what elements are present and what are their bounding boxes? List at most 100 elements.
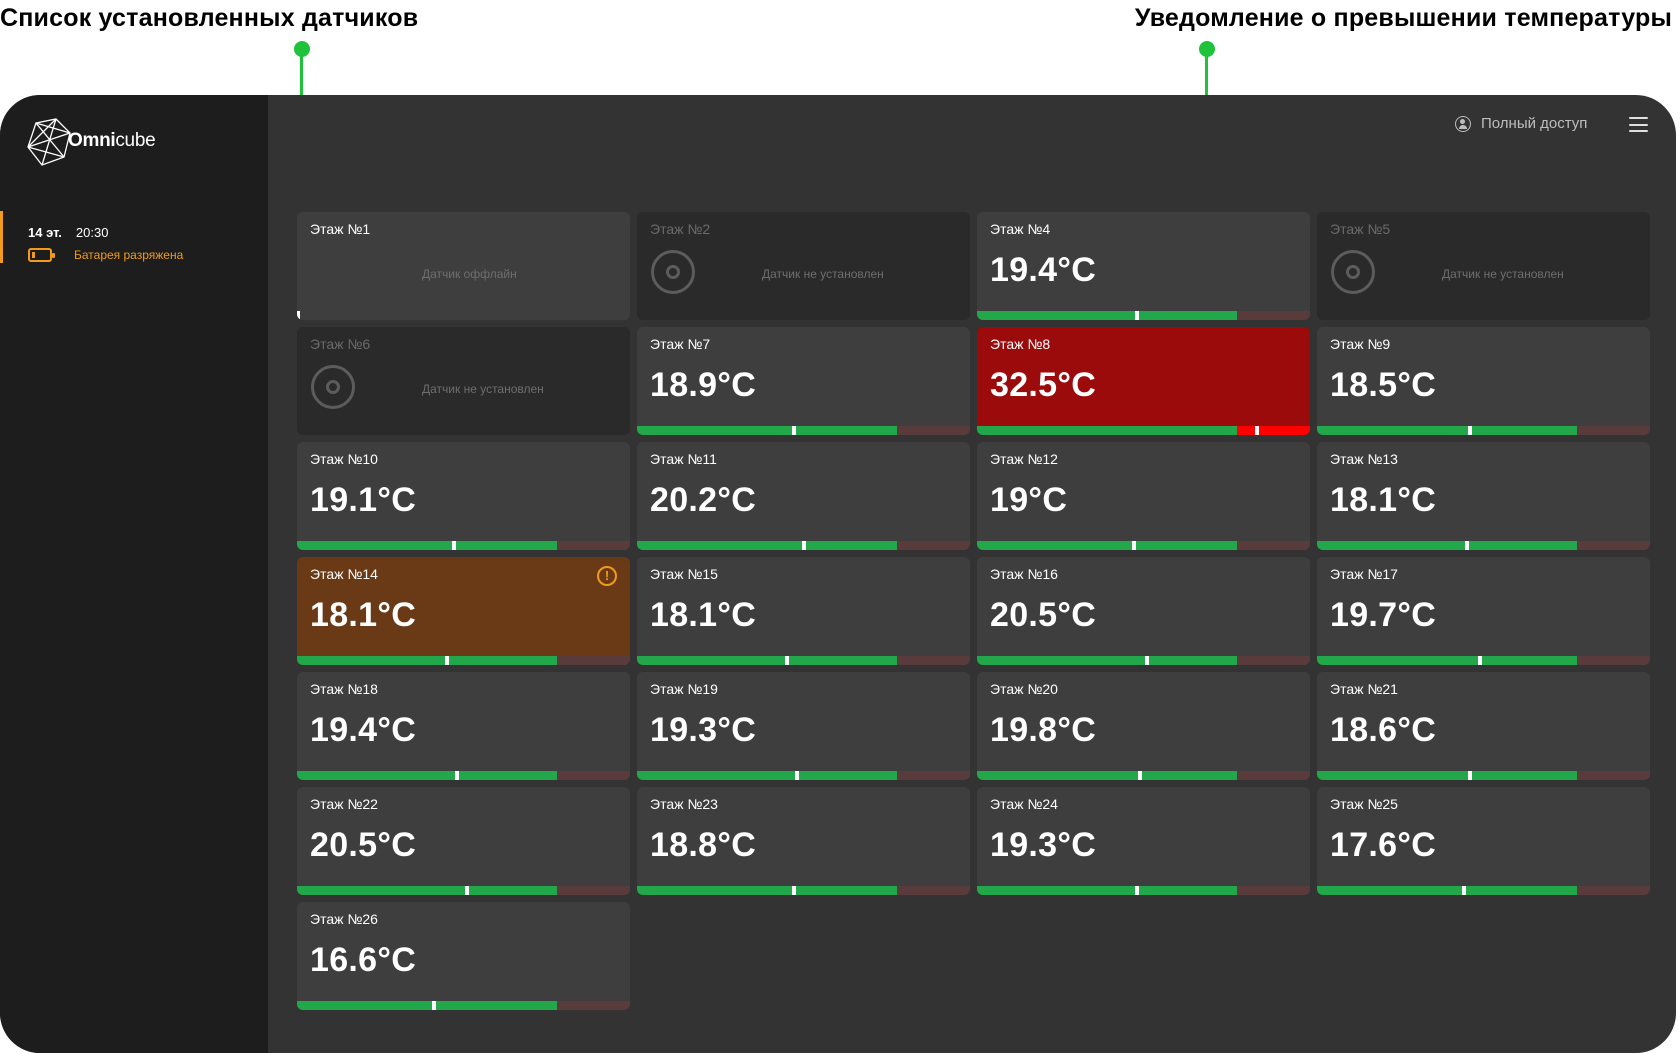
sensor-card-temperature: 19.7°C <box>1330 596 1437 634</box>
sensor-card[interactable]: Этаж №11 20.2°C <box>637 442 970 550</box>
sensor-not-installed-icon <box>651 250 695 294</box>
sensor-card-temperature: 19.4°C <box>310 711 417 749</box>
temperature-level-bar <box>297 886 630 895</box>
temperature-level-bar <box>1317 656 1650 665</box>
temperature-marker <box>1468 771 1473 780</box>
temperature-level-bar <box>977 886 1310 895</box>
sensor-card[interactable]: Этаж №22 20.5°C <box>297 787 630 895</box>
sensor-card[interactable]: Этаж №17 19.7°C <box>1317 557 1650 665</box>
sensor-card-temperature: 18.8°C <box>650 826 757 864</box>
temperature-normal-range <box>1317 541 1577 550</box>
temperature-marker <box>1464 541 1469 550</box>
temperature-marker <box>1461 886 1466 895</box>
sensor-card-title: Этаж №23 <box>650 796 718 812</box>
temperature-marker <box>1134 311 1139 320</box>
sensor-card-temperature: 20.5°C <box>310 826 417 864</box>
app-logo[interactable]: Omnicube <box>26 115 156 167</box>
temperature-normal-range <box>1317 886 1577 895</box>
cube-logo-icon <box>27 118 71 166</box>
sensor-card-title: Этаж №16 <box>990 566 1058 582</box>
sensor-card[interactable]: Этаж №14 18.1°C! <box>297 557 630 665</box>
temperature-normal-range <box>1317 656 1577 665</box>
annotation-sensor-list-title: Список установленных датчиков <box>0 4 419 32</box>
sensor-card-temperature: 19°C <box>990 481 1068 519</box>
hamburger-menu-icon[interactable] <box>1629 117 1648 132</box>
sensor-card-title: Этаж №25 <box>1330 796 1398 812</box>
sensor-card[interactable]: Этаж №6 Датчик не установлен <box>297 327 630 435</box>
temperature-marker <box>1134 886 1139 895</box>
sensor-card[interactable]: Этаж №1 Датчик оффлайн <box>297 212 630 320</box>
temperature-marker <box>791 886 796 895</box>
sensor-card[interactable]: Этаж №9 18.5°C <box>1317 327 1650 435</box>
temperature-marker <box>801 541 806 550</box>
sensor-card-title: Этаж №2 <box>650 221 711 237</box>
temperature-normal-range <box>637 541 897 550</box>
sensor-card[interactable]: Этаж №5 Датчик не установлен <box>1317 212 1650 320</box>
sidebar: Omnicube 14 эт. 20:30 Батарея разряжена <box>0 95 268 1053</box>
sensor-card[interactable]: Этаж №16 20.5°C <box>977 557 1310 665</box>
sensor-card-message: Датчик не установлен <box>422 382 544 396</box>
temperature-level-bar <box>977 541 1310 550</box>
sensor-card[interactable]: Этаж №4 19.4°C <box>977 212 1310 320</box>
sensor-card[interactable]: Этаж №26 16.6°C <box>297 902 630 1010</box>
sensor-card[interactable]: Этаж №7 18.9°C <box>637 327 970 435</box>
temperature-normal-range <box>637 656 897 665</box>
temperature-marker <box>1254 426 1259 435</box>
temperature-level-bar <box>297 1001 630 1010</box>
sensor-card-temperature: 18.9°C <box>650 366 757 404</box>
sensor-card-title: Этаж №1 <box>310 221 371 237</box>
sensor-card[interactable]: Этаж №10 19.1°C <box>297 442 630 550</box>
notification-time: 20:30 <box>75 225 109 240</box>
sensor-card[interactable]: Этаж №19 19.3°C <box>637 672 970 780</box>
temperature-level-bar <box>637 426 970 435</box>
temperature-normal-range <box>1317 426 1577 435</box>
sensor-card-title: Этаж №6 <box>310 336 371 352</box>
sensor-card[interactable]: Этаж №25 17.6°C <box>1317 787 1650 895</box>
sensor-card-temperature: 19.3°C <box>990 826 1097 864</box>
temperature-level-bar <box>1317 886 1650 895</box>
battery-low-icon <box>28 248 55 262</box>
sensor-card[interactable]: Этаж №20 19.8°C <box>977 672 1310 780</box>
sensor-card[interactable]: Этаж №13 18.1°C <box>1317 442 1650 550</box>
temperature-level-bar <box>1317 541 1650 550</box>
sensor-card-temperature: 17.6°C <box>1330 826 1437 864</box>
sensor-card[interactable]: Этаж №21 18.6°C <box>1317 672 1650 780</box>
temperature-normal-range <box>637 771 897 780</box>
temperature-marker <box>791 426 796 435</box>
temperature-level-bar <box>1317 771 1650 780</box>
sensor-card-title: Этаж №8 <box>990 336 1051 352</box>
sensor-card-message: Датчик оффлайн <box>422 267 517 281</box>
warning-icon[interactable]: ! <box>597 566 617 586</box>
temperature-level-bar <box>297 656 630 665</box>
access-level-button[interactable]: Полный доступ <box>1455 115 1587 132</box>
sensor-card[interactable]: Этаж №12 19°C <box>977 442 1310 550</box>
sensor-card-message: Датчик не установлен <box>1442 267 1564 281</box>
temperature-marker <box>1138 771 1143 780</box>
sensor-card[interactable]: Этаж №15 18.1°C <box>637 557 970 665</box>
temperature-marker <box>794 771 799 780</box>
sensor-card-title: Этаж №12 <box>990 451 1058 467</box>
sensor-card[interactable]: Этаж №8 32.5°C <box>977 327 1310 435</box>
sensor-card-temperature: 18.1°C <box>1330 481 1437 519</box>
temperature-normal-range <box>297 1001 557 1010</box>
sensor-card[interactable]: Этаж №24 19.3°C <box>977 787 1310 895</box>
sensor-not-installed-icon <box>311 365 355 409</box>
temperature-marker <box>454 771 459 780</box>
sensor-card-temperature: 20.2°C <box>650 481 757 519</box>
sensor-card-temperature: 20.5°C <box>990 596 1097 634</box>
sensor-card-title: Этаж №9 <box>1330 336 1391 352</box>
sensor-card[interactable]: Этаж №18 19.4°C <box>297 672 630 780</box>
offline-marker <box>297 311 300 320</box>
temperature-normal-range <box>637 426 897 435</box>
temperature-level-bar <box>297 771 630 780</box>
temperature-marker <box>1131 541 1136 550</box>
sensor-card-title: Этаж №11 <box>650 451 717 467</box>
sensor-card[interactable]: Этаж №23 18.8°C <box>637 787 970 895</box>
temperature-normal-range <box>297 541 557 550</box>
temperature-normal-range <box>977 426 1237 435</box>
sensor-card-temperature: 18.6°C <box>1330 711 1437 749</box>
temperature-marker <box>444 656 449 665</box>
sensor-card[interactable]: Этаж №2 Датчик не установлен <box>637 212 970 320</box>
battery-notification[interactable]: 14 эт. 20:30 Батарея разряжена <box>0 211 268 263</box>
temperature-normal-range <box>977 656 1237 665</box>
